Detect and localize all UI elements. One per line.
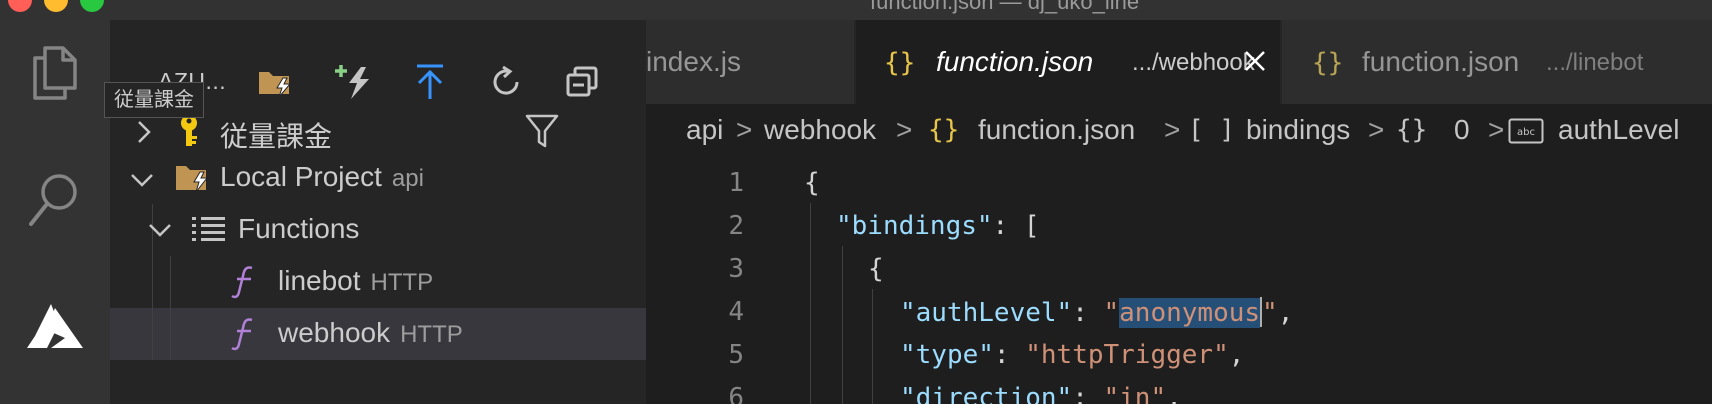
create-function-icon[interactable] <box>334 62 374 102</box>
close-icon[interactable] <box>1244 50 1266 72</box>
close-window-button[interactable] <box>8 0 32 12</box>
breadcrumb: api > webhook > {} function.json > [ ] b… <box>646 104 1712 160</box>
deploy-icon[interactable] <box>410 62 450 102</box>
tree-item-label: Local Project api <box>220 161 424 192</box>
breadcrumb-separator: > <box>896 114 913 145</box>
code-line: 5 "type": "httpTrigger", <box>646 332 1712 375</box>
azure-sidebar: AZU... 従量課金 Local Project api Functions … <box>110 20 646 404</box>
code-line: 3 { <box>646 246 1712 289</box>
filter-icon[interactable] <box>524 112 560 150</box>
list-icon <box>192 217 225 241</box>
breadcrumb-item[interactable]: authLevel <box>1558 114 1679 146</box>
svg-text:abc: abc <box>1517 127 1535 138</box>
search-icon[interactable] <box>0 168 110 232</box>
files-icon[interactable] <box>0 42 110 102</box>
tab-label: function.json <box>936 46 1094 77</box>
tab-description: .../linebot <box>1546 49 1644 76</box>
json-icon: {} <box>1312 48 1344 78</box>
array-icon: [ ] <box>1188 115 1235 145</box>
tree-item-local-project[interactable]: Local Project api <box>110 154 646 206</box>
tree-item-functions[interactable]: Functions <box>110 204 646 256</box>
tab-label: index.js <box>646 46 741 77</box>
tab-description: .../webhook <box>1132 49 1255 76</box>
title-bar: function.json — dj_uko_line <box>0 0 1712 20</box>
code-line: 6 "direction": "in", <box>646 375 1712 404</box>
breadcrumb-item[interactable]: function.json <box>978 114 1135 146</box>
minimize-window-button[interactable] <box>44 0 68 12</box>
tab-label: function.json <box>1362 46 1520 77</box>
tree-item-label: 従量課金 <box>220 121 333 152</box>
tab-index-js[interactable]: index.js <box>646 20 854 104</box>
code-editor[interactable]: 1 { 2 "bindings": [ 3 { 4 "authLevel": "… <box>646 160 1712 404</box>
breadcrumb-separator: > <box>1488 114 1505 145</box>
function-app-folder-icon <box>176 166 209 193</box>
function-icon <box>231 318 253 351</box>
activity-bar <box>0 20 110 404</box>
chevron-down-icon <box>131 174 153 187</box>
json-icon: {} <box>928 115 960 145</box>
azure-icon[interactable] <box>0 302 110 352</box>
tab-function-json-webhook[interactable]: {} function.json .../webhook <box>856 20 1280 104</box>
breadcrumb-item[interactable]: 0 <box>1454 114 1470 146</box>
collapse-all-icon[interactable] <box>562 62 602 102</box>
tree-item-label: linebot HTTP <box>278 265 434 296</box>
string-icon: abc <box>1508 118 1544 144</box>
breadcrumb-item[interactable]: bindings <box>1246 114 1350 146</box>
line-number: 5 <box>728 340 744 370</box>
line-number: 2 <box>728 211 744 241</box>
breadcrumb-separator: > <box>1164 114 1181 145</box>
breadcrumb-item[interactable]: webhook <box>764 114 876 146</box>
chevron-right-icon <box>138 121 151 143</box>
create-function-app-icon[interactable] <box>256 62 296 102</box>
text-selection: anonymous <box>1119 298 1261 328</box>
breadcrumb-separator: > <box>1368 114 1385 145</box>
tooltip: 従量課金 <box>104 82 204 118</box>
json-icon: {} <box>884 48 916 78</box>
code-line: 2 "bindings": [ <box>646 203 1712 246</box>
function-icon <box>231 266 253 299</box>
breadcrumb-separator: > <box>736 114 753 145</box>
line-number: 6 <box>728 383 744 404</box>
tree-item-label: webhook HTTP <box>278 317 463 348</box>
tree-item-function[interactable]: linebot HTTP <box>110 256 646 308</box>
chevron-down-icon <box>149 224 171 237</box>
code-line: 4 "authLevel": "anonymous", <box>646 289 1712 332</box>
maximize-window-button[interactable] <box>80 0 104 12</box>
breadcrumb-item[interactable]: api <box>686 114 723 146</box>
object-icon: {} <box>1396 115 1428 145</box>
tree-item-function[interactable]: webhook HTTP <box>110 308 646 360</box>
key-icon <box>181 115 197 146</box>
line-number: 3 <box>728 254 744 284</box>
code-line: 1 { <box>646 160 1712 203</box>
tab-function-json-linebot[interactable]: {} function.json .../linebot <box>1282 20 1712 104</box>
window-title: function.json — dj_uko_line <box>870 0 1140 14</box>
refresh-icon[interactable] <box>486 62 526 102</box>
line-number: 4 <box>728 297 744 327</box>
tree-item-label: Functions <box>238 213 360 244</box>
line-number: 1 <box>728 168 744 198</box>
tab-bar: index.js {} function.json .../webhook {}… <box>646 20 1712 104</box>
